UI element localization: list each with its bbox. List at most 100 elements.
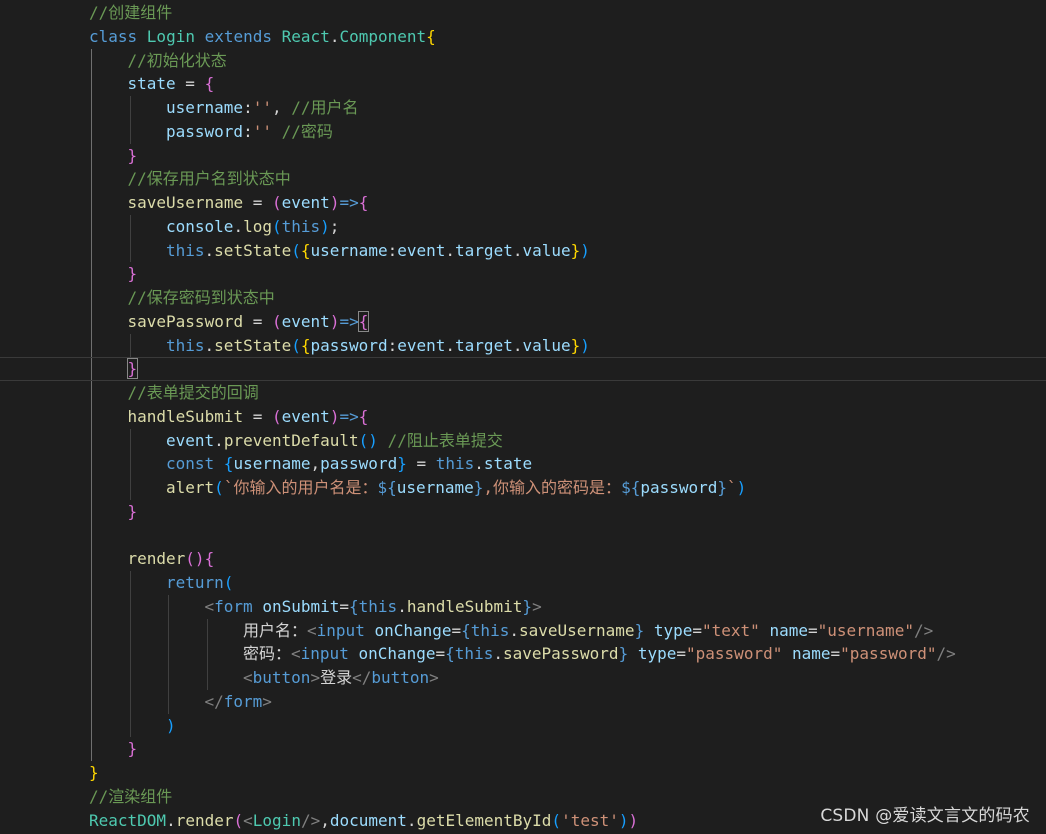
code-token: : <box>243 98 253 117</box>
code-line[interactable]: } <box>0 500 1046 524</box>
code-token: //表单提交的回调 <box>127 383 259 402</box>
code-line-content: } <box>89 761 99 785</box>
code-line[interactable]: } <box>0 144 1046 168</box>
code-line[interactable]: //保存密码到状态中 <box>0 286 1046 310</box>
code-line[interactable]: event.preventDefault() //阻止表单提交 <box>0 429 1046 453</box>
code-token: state <box>483 454 533 474</box>
code-token: } <box>127 145 138 165</box>
code-line[interactable]: const {username,password} = this.state <box>0 452 1046 476</box>
code-token: } <box>127 739 138 759</box>
code-line-content: const {username,password} = this.state <box>166 452 532 476</box>
code-token: //用户名 <box>291 98 359 117</box>
code-line[interactable]: 用户名：<input onChange={this.saveUsername} … <box>0 619 1046 643</box>
code-token: ( <box>214 478 224 497</box>
code-token: type <box>628 644 677 664</box>
code-token: < <box>243 810 253 830</box>
code-line[interactable]: password:'' //密码 <box>0 120 1046 144</box>
code-token: { <box>204 74 215 94</box>
code-line-content: //表单提交的回调 <box>128 381 259 405</box>
code-line[interactable]: <button>登录</button> <box>0 666 1046 690</box>
code-line[interactable]: return( <box>0 571 1046 595</box>
code-token: . <box>493 644 503 664</box>
code-line-content: </form> <box>205 690 272 714</box>
code-token: ( <box>272 311 282 331</box>
code-token: render <box>127 549 186 569</box>
code-token: input <box>300 644 359 664</box>
code-token: class <box>89 26 147 46</box>
code-token: type <box>644 620 693 640</box>
code-token: ( <box>223 573 234 592</box>
code-token: `你输入的用户名是： <box>223 478 378 497</box>
code-token: 登录 <box>320 668 353 687</box>
code-line[interactable]: //保存用户名到状态中 <box>0 167 1046 191</box>
code-line-content: } <box>128 737 138 761</box>
code-line[interactable]: 密码：<input onChange={this.savePassword} t… <box>0 642 1046 666</box>
code-token: document <box>329 810 407 830</box>
code-token: } <box>618 644 629 664</box>
code-token: . <box>204 240 215 260</box>
code-token: = <box>692 620 703 640</box>
code-token: { <box>445 644 455 664</box>
code-token: ReactDOM <box>89 810 167 830</box>
code-token: onChange <box>358 644 436 664</box>
code-line[interactable]: username:'', //用户名 <box>0 96 1046 120</box>
code-token: event <box>397 240 446 260</box>
code-line[interactable]: <form onSubmit={this.handleSubmit}> <box>0 595 1046 619</box>
code-line[interactable]: render(){ <box>0 547 1046 571</box>
code-token: } <box>570 335 581 355</box>
code-token: { <box>461 620 471 640</box>
code-line[interactable]: //表单提交的回调 <box>0 381 1046 405</box>
code-line[interactable]: state = { <box>0 72 1046 96</box>
code-token: { <box>426 26 436 46</box>
code-token: < <box>291 644 301 664</box>
code-line[interactable]: this.setState({username:event.target.val… <box>0 239 1046 263</box>
code-token: Component <box>339 26 427 46</box>
code-line-content: //初始化状态 <box>128 49 227 73</box>
code-token: = <box>339 596 350 616</box>
code-line-content: <form onSubmit={this.handleSubmit}> <box>205 595 542 619</box>
code-token: target <box>455 240 513 260</box>
code-line[interactable]: </form> <box>0 690 1046 714</box>
code-line[interactable]: //创建组件 <box>0 1 1046 25</box>
code-line[interactable] <box>0 524 1046 548</box>
code-token: } <box>634 620 645 640</box>
code-line-content: ) <box>166 714 176 738</box>
code-line-content: } <box>126 358 139 380</box>
code-line[interactable]: class Login extends React.Component{ <box>0 25 1046 49</box>
code-token: username <box>233 454 311 474</box>
code-line[interactable]: alert(`你输入的用户名是：${username},你输入的密码是：${pa… <box>0 476 1046 500</box>
code-token: username <box>310 240 388 260</box>
code-token: } <box>127 501 138 521</box>
code-token: handleSubmit <box>406 596 523 616</box>
code-token: setState <box>214 335 292 355</box>
code-line[interactable]: savePassword = (event)=>{ <box>0 310 1046 334</box>
code-line-content: event.preventDefault() //阻止表单提交 <box>166 429 503 453</box>
code-token: 'test' <box>561 810 619 830</box>
code-line[interactable]: } <box>0 737 1046 761</box>
code-token: '' <box>252 98 272 117</box>
code-line[interactable]: console.log(this); <box>0 215 1046 239</box>
code-token: </ <box>352 668 372 687</box>
code-line[interactable]: saveUsername = (event)=>{ <box>0 191 1046 215</box>
code-token: () <box>185 549 205 569</box>
code-token: = <box>807 620 818 640</box>
code-token: ( <box>272 406 282 426</box>
code-line[interactable]: } <box>0 761 1046 785</box>
code-token: } <box>522 596 533 616</box>
code-editor[interactable]: //创建组件 class Login extends React.Componen… <box>0 0 1046 834</box>
code-token: setState <box>214 240 292 260</box>
code-line[interactable]: ) <box>0 714 1046 738</box>
code-token: savePassword <box>127 311 253 331</box>
code-line-content: } <box>128 500 138 524</box>
code-line[interactable]: } <box>0 357 1046 381</box>
code-line-content: class Login extends React.Component{ <box>89 25 436 49</box>
code-token: //密码 <box>281 121 333 141</box>
code-line[interactable]: handleSubmit = (event)=>{ <box>0 405 1046 429</box>
code-token: . <box>233 216 244 236</box>
code-line[interactable]: //初始化状态 <box>0 49 1046 73</box>
code-token: state <box>127 74 186 94</box>
code-line[interactable]: this.setState({password:event.target.val… <box>0 334 1046 358</box>
code-line[interactable]: } <box>0 262 1046 286</box>
code-token: ${ <box>621 478 641 497</box>
code-token: React <box>281 26 330 46</box>
